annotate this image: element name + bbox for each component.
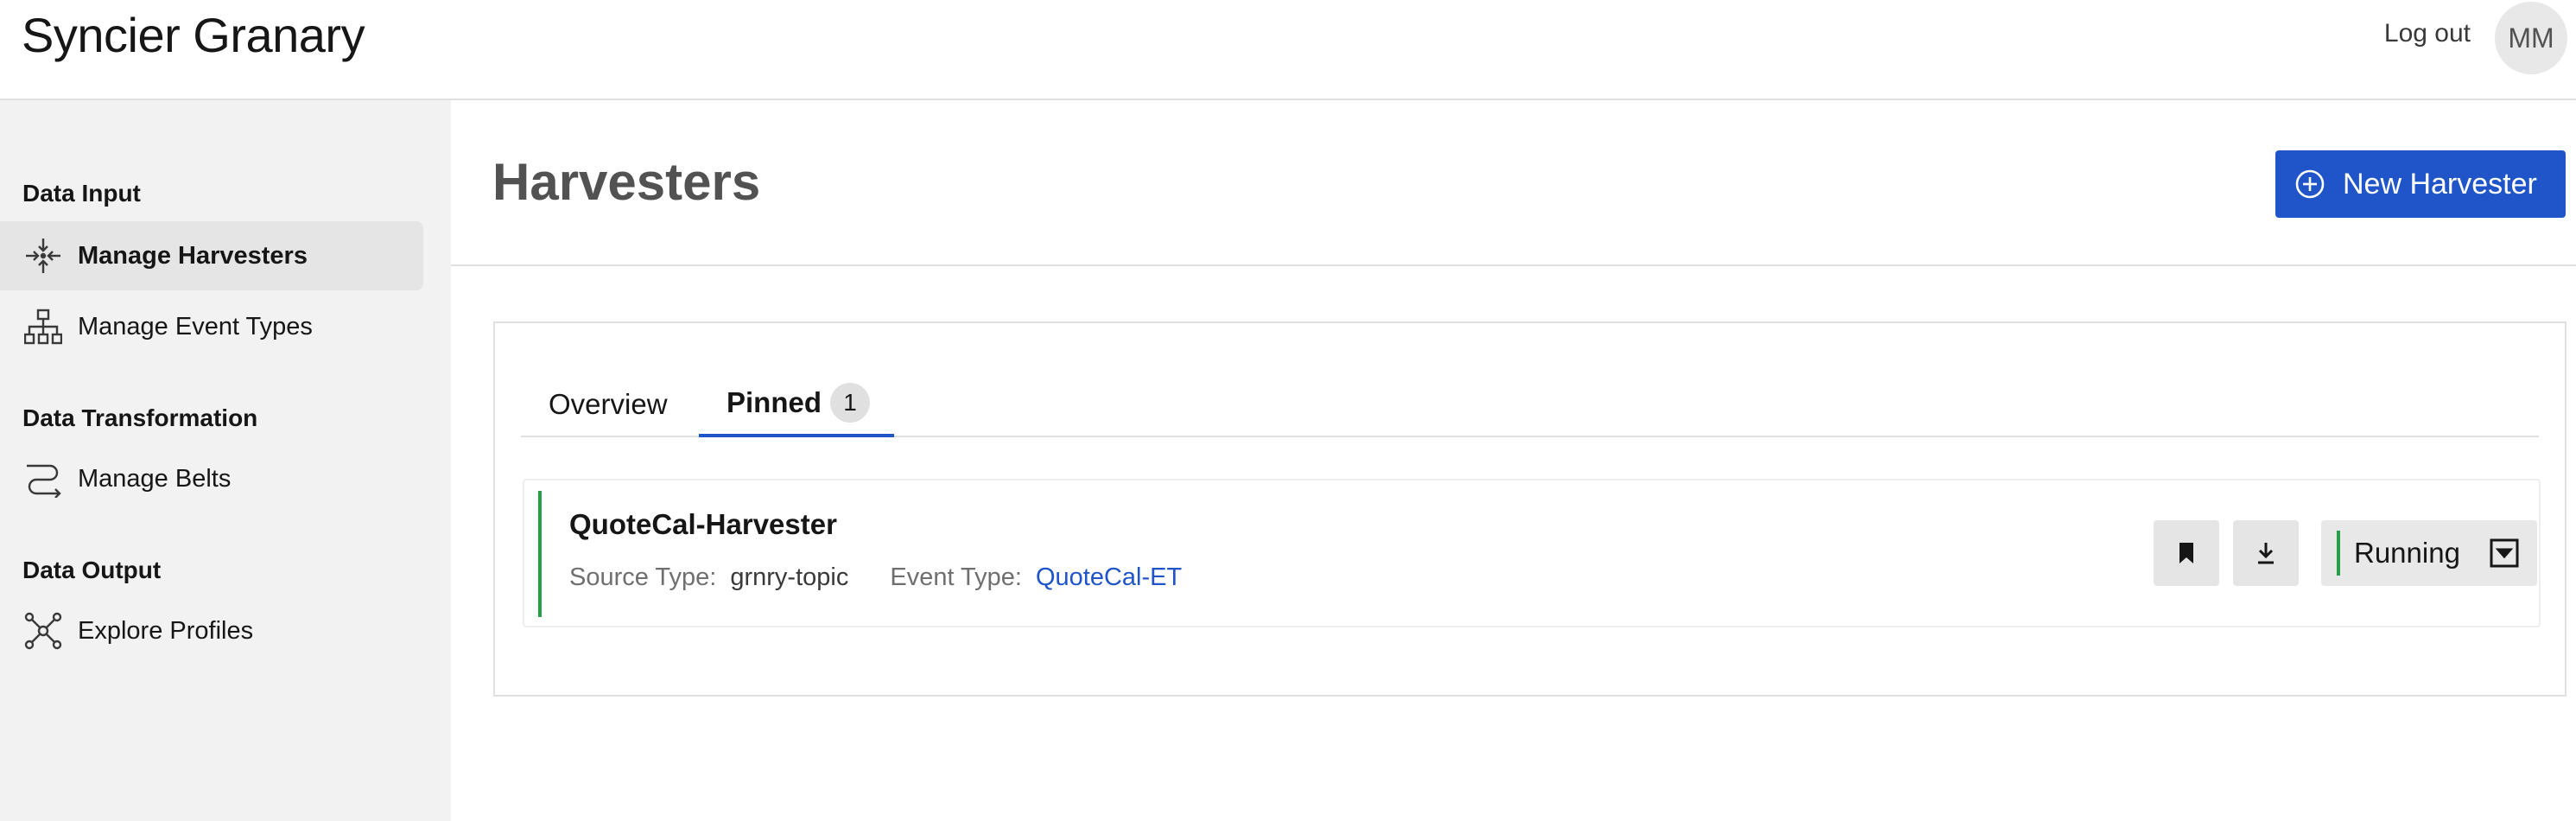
harvesters-card: Overview Pinned 1 QuoteCal-Harvester Sou… — [493, 321, 2566, 697]
tab-label: Pinned — [726, 386, 822, 418]
harvester-row[interactable]: QuoteCal-Harvester Source Type: grnry-to… — [523, 479, 2541, 627]
sidebar-item-label: Explore Profiles — [78, 616, 254, 645]
harvester-meta: Source Type: grnry-topic Event Type: Quo… — [569, 563, 1182, 592]
pinned-count-badge: 1 — [830, 383, 871, 423]
sidebar-item-label: Manage Harvesters — [78, 241, 308, 270]
page-title: Harvesters — [492, 153, 761, 211]
event-type-link[interactable]: QuoteCal-ET — [1036, 563, 1182, 592]
status-label: Running — [2354, 537, 2460, 569]
harvester-icon — [22, 235, 64, 277]
harvester-name: QuoteCal-Harvester — [569, 508, 837, 540]
event-type-label: Event Type: — [890, 563, 1022, 591]
sidebar-section-data-output: Data Output — [22, 557, 162, 583]
status-accent-bar — [538, 491, 542, 617]
sidebar-item-label: Manage Event Types — [78, 312, 313, 340]
source-type-value: grnry-topic — [730, 563, 849, 591]
app-title: Syncier Granary — [22, 8, 365, 62]
tab-list: Overview Pinned 1 — [521, 372, 2539, 437]
chevron-down-icon — [2490, 538, 2519, 568]
sidebar-item-label: Manage Belts — [78, 464, 232, 493]
new-harvester-label: New Harvester — [2343, 167, 2537, 200]
pin-button[interactable] — [2154, 520, 2219, 586]
sidebar-item-explore-profiles[interactable]: Explore Profiles — [0, 596, 423, 665]
status-indicator — [2337, 531, 2340, 576]
sidebar: Data Input Manage Harvesters Manage Even… — [0, 100, 451, 821]
hierarchy-icon — [22, 306, 64, 347]
network-icon — [22, 610, 64, 652]
new-harvester-button[interactable]: New Harvester — [2275, 150, 2566, 218]
sidebar-item-manage-event-types[interactable]: Manage Event Types — [0, 292, 423, 361]
source-type-label: Source Type: — [569, 563, 717, 591]
belt-icon — [22, 458, 64, 500]
download-button[interactable] — [2233, 520, 2299, 586]
sidebar-section-data-transformation: Data Transformation — [22, 404, 258, 431]
page-header: Harvesters New Harvester — [451, 100, 2576, 266]
logout-link[interactable]: Log out — [2384, 19, 2471, 48]
tab-pinned[interactable]: Pinned 1 — [699, 372, 894, 437]
bookmark-icon — [2179, 543, 2193, 563]
download-icon — [2258, 543, 2274, 564]
add-circle-icon — [2295, 169, 2325, 199]
tab-label: Overview — [549, 388, 668, 420]
sidebar-item-manage-harvesters[interactable]: Manage Harvesters — [0, 221, 423, 290]
avatar[interactable]: MM — [2495, 2, 2567, 74]
sidebar-item-manage-belts[interactable]: Manage Belts — [0, 444, 423, 513]
top-header: Syncier Granary Log out MM — [0, 0, 2576, 100]
status-dropdown[interactable]: Running — [2321, 520, 2537, 586]
sidebar-section-data-input: Data Input — [22, 180, 141, 207]
tab-overview[interactable]: Overview — [521, 372, 695, 437]
